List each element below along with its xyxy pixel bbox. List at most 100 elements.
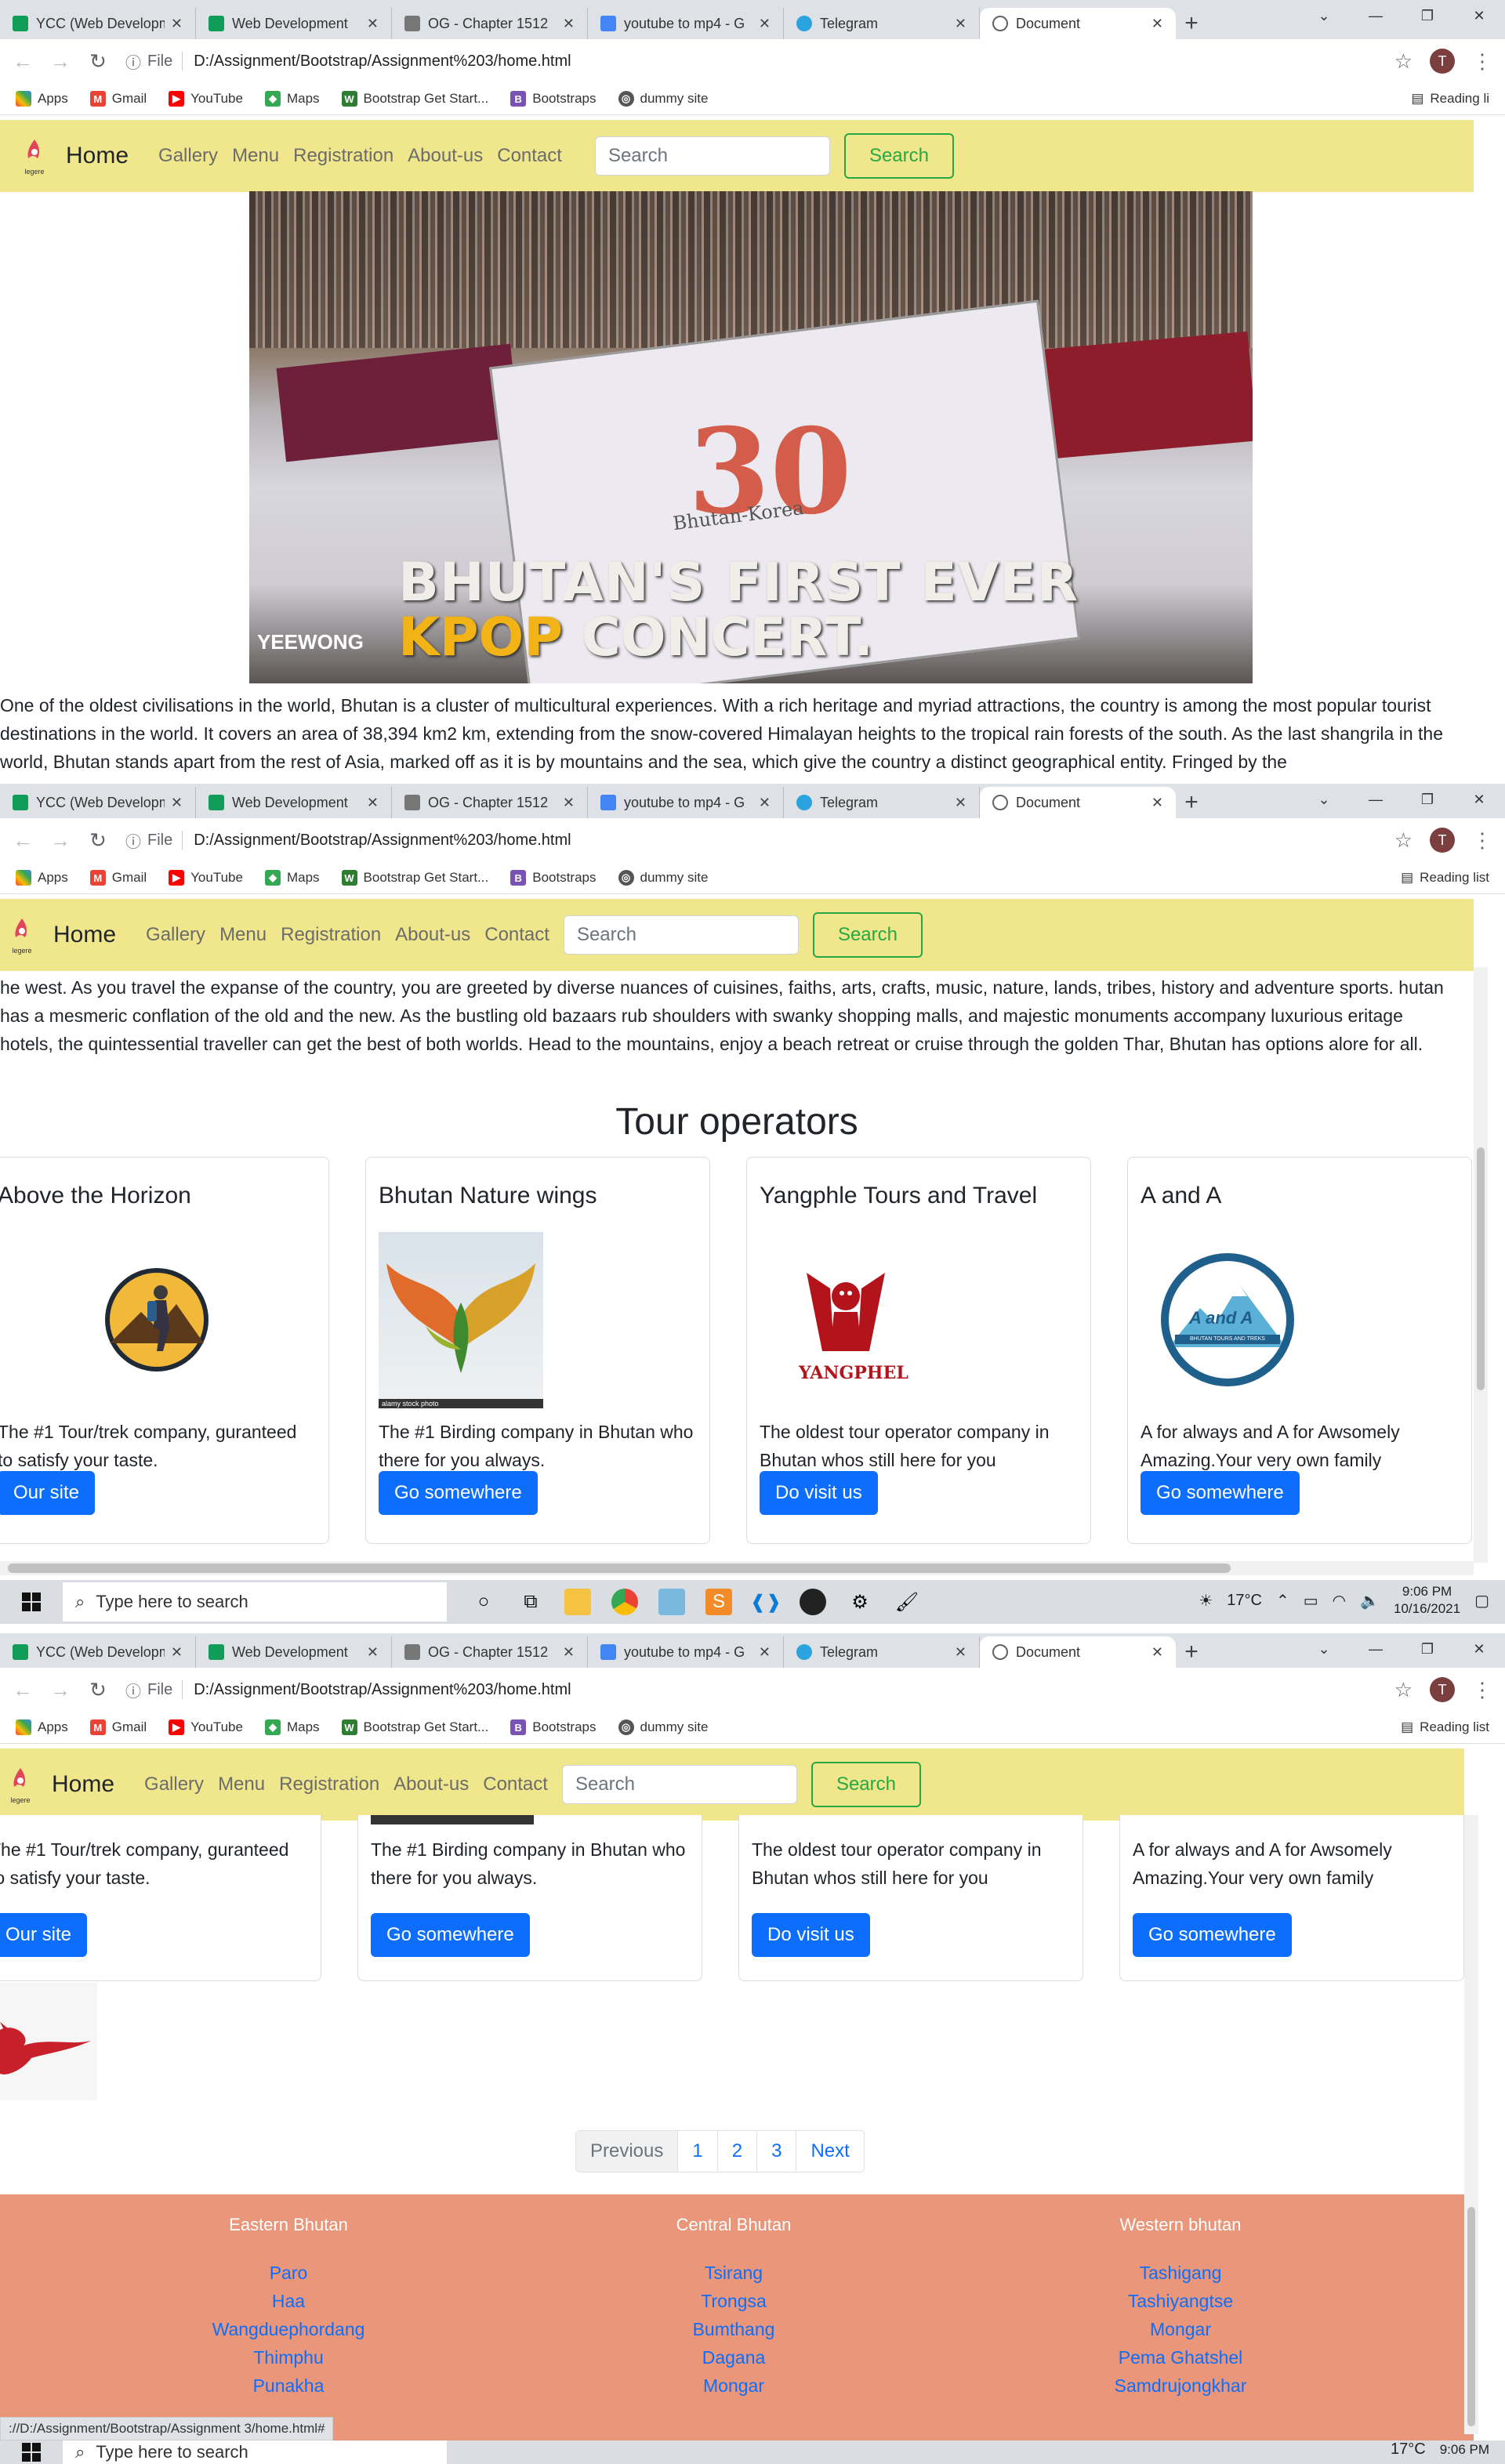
footer-link[interactable]: Haa: [53, 2287, 524, 2315]
new-tab-button[interactable]: +: [1176, 8, 1207, 39]
reload-icon[interactable]: ↻: [88, 49, 108, 74]
bookmark-youtube[interactable]: ▶ YouTube: [169, 1719, 243, 1735]
bookmark-apps[interactable]: Apps: [16, 1719, 68, 1735]
nav-registration[interactable]: Registration: [281, 924, 381, 946]
close-window-icon[interactable]: ✕: [1453, 784, 1505, 815]
nav-contact[interactable]: Contact: [497, 145, 562, 167]
footer-link[interactable]: Samdrujongkhar: [945, 2372, 1416, 2400]
footer-link[interactable]: Tashigang: [945, 2259, 1416, 2287]
navbar-brand[interactable]: Home: [53, 922, 116, 948]
bookmark-maps[interactable]: ◆ Maps: [264, 870, 320, 886]
back-icon[interactable]: ←: [13, 1678, 33, 1702]
bookmark-apps[interactable]: Apps: [16, 91, 68, 107]
volume-icon[interactable]: 🔈: [1360, 1591, 1380, 1611]
forward-icon[interactable]: →: [50, 1678, 71, 1702]
bookmark-star-icon[interactable]: ☆: [1394, 49, 1413, 74]
tab-telegram[interactable]: Telegram ✕: [784, 8, 980, 39]
notification-icon[interactable]: ▢: [1474, 1591, 1489, 1611]
go-somewhere-button[interactable]: Go somewhere: [1141, 1471, 1300, 1515]
forward-icon[interactable]: →: [50, 49, 71, 74]
restore-icon[interactable]: ❐: [1402, 784, 1453, 815]
wifi-icon[interactable]: ◠: [1333, 1591, 1346, 1611]
reading-list[interactable]: ▤ Reading list: [1401, 870, 1489, 886]
bookmark-maps[interactable]: ◆ Maps: [264, 91, 320, 107]
close-icon[interactable]: ✕: [759, 16, 771, 32]
info-icon[interactable]: ⓘ: [125, 1679, 141, 1701]
footer-link[interactable]: Dagana: [499, 2343, 969, 2372]
close-window-icon[interactable]: ✕: [1453, 0, 1505, 31]
reload-icon[interactable]: ↻: [88, 1678, 108, 1702]
paint-icon[interactable]: 🖌: [894, 1589, 920, 1615]
nav-contact[interactable]: Contact: [484, 924, 549, 946]
clock[interactable]: 9:06 PM 10/16/2021: [1394, 1583, 1460, 1618]
site-logo[interactable]: legere: [5, 913, 39, 957]
our-site-button[interactable]: Our site: [0, 1471, 96, 1515]
sublime-icon[interactable]: S: [705, 1589, 732, 1615]
bookmark-bootstraps[interactable]: B Bootstraps: [510, 870, 597, 886]
close-icon[interactable]: ✕: [955, 1644, 966, 1661]
nav-gallery[interactable]: Gallery: [144, 1774, 204, 1795]
nav-registration[interactable]: Registration: [293, 145, 393, 167]
tab-document[interactable]: Document ✕: [980, 1636, 1176, 1668]
site-logo[interactable]: legere: [3, 1763, 38, 1806]
tab-youtube-mp4[interactable]: youtube to mp4 - G ✕: [588, 787, 784, 818]
footer-link[interactable]: Wangduephordang: [53, 2315, 524, 2343]
close-icon[interactable]: ✕: [367, 1644, 379, 1661]
info-icon[interactable]: ⓘ: [125, 829, 141, 852]
footer-link[interactable]: Trongsa: [499, 2287, 969, 2315]
close-icon[interactable]: ✕: [563, 16, 575, 32]
tab-ycc[interactable]: YCC (Web Developm ✕: [0, 1636, 196, 1668]
vertical-scrollbar[interactable]: [1474, 967, 1488, 1563]
profile-avatar[interactable]: T: [1430, 1677, 1455, 1702]
obs-icon[interactable]: [800, 1589, 826, 1615]
tab-search-icon[interactable]: ⌄: [1298, 1633, 1350, 1665]
tab-search-icon[interactable]: ⌄: [1298, 784, 1350, 815]
pagination-page-3[interactable]: 3: [757, 2131, 797, 2172]
close-window-icon[interactable]: ✕: [1453, 1633, 1505, 1665]
taskbar-search[interactable]: ⌕ Type here to search: [63, 1582, 447, 1622]
our-site-button[interactable]: Our site: [0, 1913, 88, 1957]
search-button[interactable]: Search: [843, 133, 954, 179]
restore-icon[interactable]: ❐: [1402, 0, 1453, 31]
nav-menu[interactable]: Menu: [232, 145, 279, 167]
close-icon[interactable]: ✕: [955, 16, 966, 32]
pagination-page-2[interactable]: 2: [717, 2131, 758, 2172]
close-icon[interactable]: ✕: [1151, 795, 1163, 811]
tab-telegram[interactable]: Telegram ✕: [784, 1636, 980, 1668]
bookmark-youtube[interactable]: ▶ YouTube: [169, 870, 243, 886]
bookmark-dummy-site[interactable]: ◎ dummy site: [618, 91, 708, 107]
tab-youtube-mp4[interactable]: youtube to mp4 - G ✕: [588, 8, 784, 39]
forward-icon[interactable]: →: [50, 828, 71, 853]
chrome-icon[interactable]: [611, 1589, 638, 1615]
close-icon[interactable]: ✕: [367, 795, 379, 811]
bookmark-bootstrap-start[interactable]: W Bootstrap Get Start...: [341, 91, 488, 107]
tab-document[interactable]: Document ✕: [980, 787, 1176, 818]
task-view-icon[interactable]: ⧉: [517, 1589, 544, 1615]
search-input[interactable]: Search: [563, 915, 799, 955]
close-icon[interactable]: ✕: [171, 795, 183, 811]
go-somewhere-button[interactable]: Go somewhere: [1133, 1913, 1292, 1957]
bookmark-star-icon[interactable]: ☆: [1394, 1678, 1413, 1702]
bookmark-gmail[interactable]: M Gmail: [89, 1719, 147, 1735]
reading-list[interactable]: ▤ Reading li: [1411, 91, 1489, 107]
taskbar-search[interactable]: ⌕ Type here to search: [63, 2440, 447, 2464]
new-tab-button[interactable]: +: [1176, 1636, 1207, 1668]
address-bar[interactable]: ⓘ File D:/Assignment/Bootstrap/Assignmen…: [125, 50, 1377, 73]
chevron-up-icon[interactable]: ⌃: [1276, 1591, 1289, 1611]
tab-document[interactable]: Document ✕: [980, 8, 1176, 39]
close-icon[interactable]: ✕: [1151, 1644, 1163, 1661]
settings-gear-icon[interactable]: ⚙: [847, 1589, 873, 1615]
windows-start-icon[interactable]: [0, 2443, 63, 2462]
nav-about-us[interactable]: About-us: [393, 1774, 469, 1795]
close-icon[interactable]: ✕: [171, 1644, 183, 1661]
minimize-icon[interactable]: —: [1350, 1633, 1402, 1665]
footer-link[interactable]: Thimphu: [53, 2343, 524, 2372]
new-tab-button[interactable]: +: [1176, 787, 1207, 818]
close-icon[interactable]: ✕: [759, 795, 771, 811]
navbar-brand[interactable]: Home: [66, 143, 129, 169]
nav-contact[interactable]: Contact: [483, 1774, 548, 1795]
tab-og-chapter[interactable]: OG - Chapter 1512 ✕: [392, 787, 588, 818]
file-explorer-icon[interactable]: [564, 1589, 591, 1615]
menu-kebab-icon[interactable]: ⋮: [1472, 828, 1492, 853]
nav-gallery[interactable]: Gallery: [146, 924, 205, 946]
